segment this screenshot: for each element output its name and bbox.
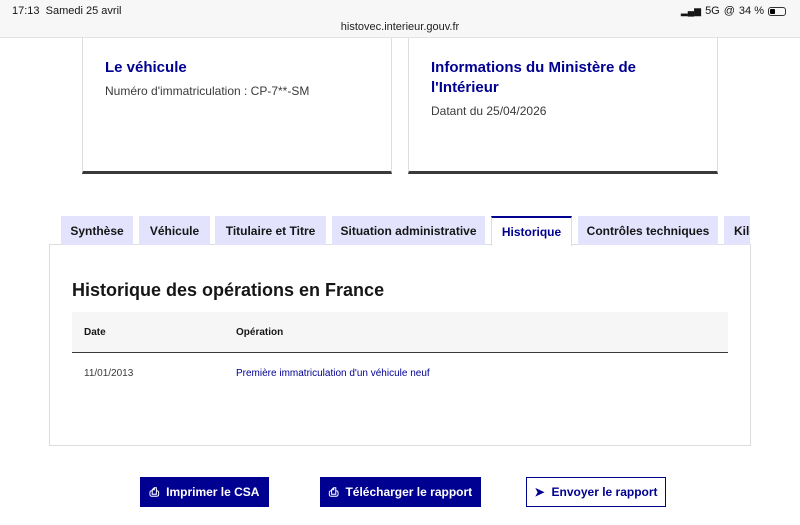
printer-icon: ⎙	[149, 484, 160, 499]
card-title: Informations du Ministère de l'Intérieur	[431, 59, 637, 96]
date: Samedi 25 avril	[45, 5, 122, 17]
tab-controles[interactable]: Contrôles techniques	[578, 216, 718, 245]
tab-synthese[interactable]: Synthèse	[61, 216, 133, 245]
tab-situation[interactable]: Situation administrative	[332, 216, 485, 245]
header-operation: Opération	[236, 327, 284, 338]
send-icon: ➤	[534, 485, 545, 499]
time: 17:13	[12, 5, 40, 17]
tab-vehicule[interactable]: Véhicule	[139, 216, 210, 245]
download-report-button[interactable]: ⎙ Télécharger le rapport	[320, 477, 481, 507]
ministry-card: Informations du Ministère de l'Intérieur…	[408, 38, 718, 174]
status-indicators: ▂▄▆ 5G @ 34 %	[681, 5, 786, 17]
button-label: Envoyer le rapport	[551, 485, 658, 499]
tab-kilometrage[interactable]: Kilométrage	[724, 216, 750, 245]
table-row: 11/01/2013 Première immatriculation d'un…	[72, 353, 728, 393]
row-operation[interactable]: Première immatriculation d'un véhicule n…	[236, 368, 430, 379]
button-label: Imprimer le CSA	[166, 485, 260, 499]
tab-historique[interactable]: Historique	[491, 216, 572, 246]
header-date: Date	[84, 327, 106, 338]
battery-icon	[768, 6, 786, 16]
card-title: Le véhicule	[105, 59, 187, 76]
table-header: Date Opération	[72, 312, 728, 353]
printer-icon: ⎙	[328, 484, 339, 499]
row-date: 11/01/2013	[84, 368, 134, 379]
battery-level: 34 %	[738, 5, 764, 17]
url-bar[interactable]: histovec.interieur.gouv.fr	[0, 21, 800, 33]
network: 5G	[705, 5, 720, 17]
send-report-button[interactable]: ➤ Envoyer le rapport	[526, 477, 666, 507]
card-text: Datant du 25/04/2026	[431, 104, 547, 118]
button-label: Télécharger le rapport	[345, 485, 473, 499]
orientation-lock-icon: @	[723, 5, 735, 17]
status-time-date: 17:13 Samedi 25 avril	[12, 5, 121, 17]
signal-icon: ▂▄▆	[680, 5, 702, 16]
panel-title: Historique des opérations en France	[72, 280, 385, 300]
print-csa-button[interactable]: ⎙ Imprimer le CSA	[140, 477, 269, 507]
card-text: Numéro d'immatriculation : CP-7**-SM	[105, 84, 310, 98]
tab-titulaire[interactable]: Titulaire et Titre	[215, 216, 326, 245]
vehicle-card: Le véhicule Numéro d'immatriculation : C…	[82, 38, 392, 174]
browser-status-bar: 17:13 Samedi 25 avril ▂▄▆ 5G @ 34 % hist…	[0, 0, 800, 38]
